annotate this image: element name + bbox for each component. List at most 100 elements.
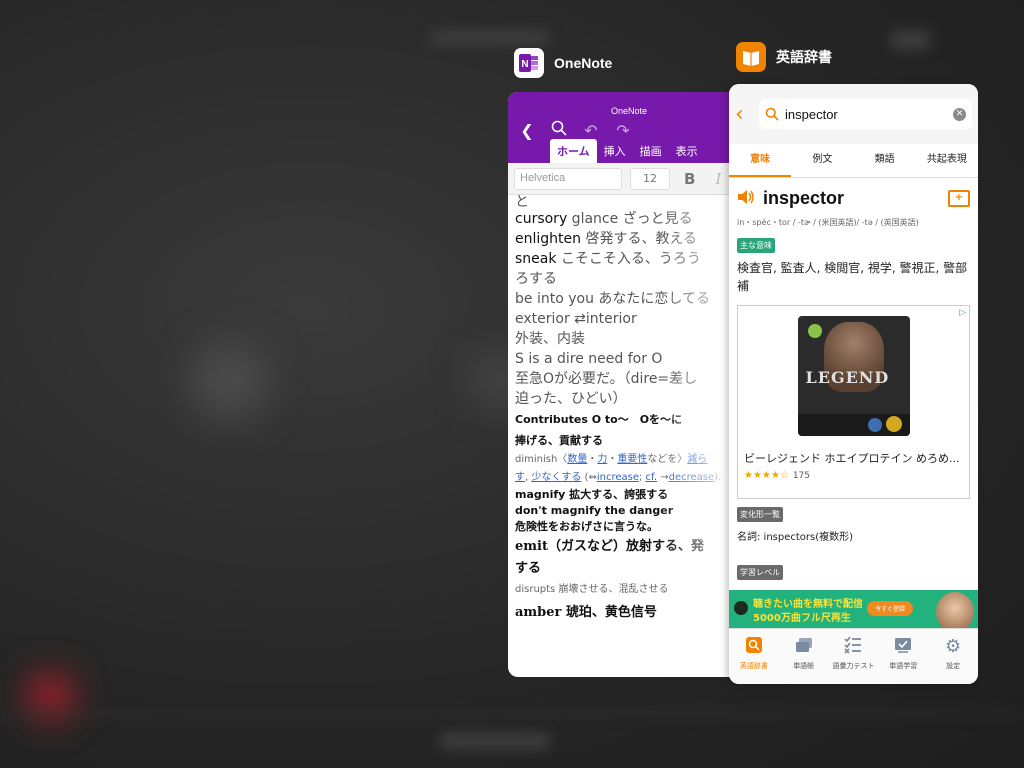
undo-icon[interactable]: ↶ (582, 121, 600, 140)
bottom-nav: 英語辞書 単語帳 語彙力テスト 単語学習 ⚙ 設定 (729, 628, 978, 684)
app-label-onenote[interactable]: N OneNote (514, 48, 612, 78)
pronunciation: in・spéc・tor / -tɚ / (米国英語)/ -tə / (英国英語) (737, 218, 919, 227)
note-line: exterior ⇄interior (515, 311, 637, 327)
search-value: inspector (785, 106, 838, 122)
banner-line2: 5000万曲フル尺再生 (753, 613, 851, 624)
bg-line (0, 712, 1024, 715)
onenote-title: OneNote (611, 106, 648, 116)
ad-image-seal (807, 324, 822, 338)
inflection-text: 名詞: inspectors(複数形) (737, 532, 854, 543)
rating-count: 175 (792, 471, 811, 481)
note-line: 至急Oが必要だ。（dire=差し (515, 371, 698, 387)
bg-record-dot (30, 675, 72, 717)
star-rating-icons: ★★★★☆ (744, 470, 789, 481)
app-name: OneNote (554, 55, 613, 71)
note-line: 捧げる、貢献する (515, 434, 603, 447)
note-line: emit（ガスなど）放射する、発 (515, 539, 704, 554)
note-line: amber 琥珀、黄色信号 (515, 605, 657, 620)
note-line: Contributes O to〜 Oを〜に (515, 413, 683, 426)
onenote-window[interactable]: OneNote ❮ ↶ ↷ ホーム 挿入 描画 表示 Helvetica 12 … (508, 92, 748, 677)
clear-icon[interactable]: ✕ (953, 107, 966, 121)
note-line: enlighten 啓発する、教える (515, 231, 698, 247)
banner-signup-button[interactable]: 今すぐ登録 (867, 601, 914, 616)
note-line: と (515, 194, 529, 210)
tab-collocations[interactable]: 共起表現 (916, 144, 978, 177)
checklist-icon (829, 635, 879, 659)
nav-wordbook[interactable]: 単語帳 (779, 629, 829, 684)
search-bar: ‹ inspector ✕ (729, 84, 978, 144)
music-ad-banner[interactable]: 聴きたい曲を無料で配信 5000万曲フル尺再生 今すぐ登録 (729, 590, 978, 628)
speaker-icon[interactable] (737, 189, 763, 208)
study-icon (878, 635, 928, 659)
inflection-badge: 変化形一覧 (737, 507, 783, 522)
nav-vocab-test[interactable]: 語彙力テスト (829, 629, 879, 684)
note-body[interactable]: と cursory glance ざっと見る enlighten 啓発する、教え… (508, 195, 748, 625)
app-label-dictionary[interactable]: 英語辞書 (736, 42, 832, 72)
level-badge: 学習レベル (737, 565, 783, 580)
note-line: magnify 拡大する、誇張する (515, 488, 669, 501)
search-input[interactable]: inspector ✕ (759, 99, 972, 129)
tab-meaning[interactable]: 意味 (729, 144, 792, 177)
banner-line1: 聴きたい曲を無料で配信 (753, 599, 863, 610)
nav-settings[interactable]: ⚙ 設定 (928, 629, 978, 684)
ad-choices-icon[interactable]: ▷ (959, 308, 966, 318)
nav-label: 単語帳 (793, 662, 815, 670)
ad-product-image: LEGEND (797, 316, 910, 436)
ad-image-seal (885, 416, 902, 432)
note-line: be into you あなたに恋してる (515, 291, 710, 307)
note-line: don't magnify the danger (515, 504, 674, 517)
onenote-toolbar: ❮ ↶ ↷ (518, 120, 632, 140)
nav-dictionary[interactable]: 英語辞書 (729, 629, 779, 684)
note-line: 外装、内装 (515, 331, 585, 347)
headword-row: inspector + (737, 188, 970, 209)
app-name: 英語辞書 (776, 49, 832, 65)
tab-synonyms[interactable]: 類語 (854, 144, 916, 177)
ad-rating: ★★★★☆ 175 (744, 470, 963, 481)
banner-photo (936, 592, 974, 628)
tab-home[interactable]: ホーム (550, 139, 597, 163)
italic-button[interactable]: I (715, 170, 721, 188)
svg-text:N: N (521, 59, 528, 70)
music-app-icon (734, 601, 748, 615)
onenote-tabs: ホーム 挿入 描画 表示 (550, 139, 705, 163)
dictionary-content: inspector + in・spéc・tor / -tɚ / (米国英語)/ … (729, 178, 978, 584)
bg-bar (430, 30, 550, 46)
note-line: sneak こそこそ入る、うろう (515, 251, 701, 267)
font-size-select[interactable]: 12 (630, 167, 670, 190)
note-line: 迫った、ひどい） (515, 391, 627, 407)
ad-image-seal (867, 418, 882, 432)
ad-title: ビーレジェンド ホエイプロテイン めろめ... (744, 452, 960, 465)
tab-insert[interactable]: 挿入 (597, 139, 633, 163)
gear-icon: ⚙ (945, 636, 962, 657)
note-line: す, 少なくする (⇔increase; cf. →decrease). (515, 472, 722, 483)
note-line: 危険性をおおげさに言うな。 (515, 520, 658, 533)
back-icon[interactable]: ❮ (518, 121, 536, 140)
nav-label: 語彙力テスト (832, 662, 875, 670)
main-meaning: 検査官, 監査人, 検閲官, 視学, 警視正, 警部補 (737, 261, 968, 293)
redo-icon[interactable]: ↷ (614, 121, 632, 140)
back-icon[interactable]: ‹ (735, 102, 753, 127)
search-icon[interactable] (550, 120, 568, 140)
tab-examples[interactable]: 例文 (791, 144, 853, 177)
search-icon (765, 107, 779, 121)
dictionary-icon (736, 42, 766, 72)
dictionary-search-icon (729, 635, 779, 659)
tab-draw[interactable]: 描画 (633, 139, 669, 163)
add-to-wordbook-icon[interactable]: + (948, 190, 970, 207)
note-line: cursory glance ざっと見る (515, 211, 693, 227)
bold-button[interactable]: B (684, 170, 695, 188)
onenote-icon: N (514, 48, 544, 78)
nav-label: 英語辞書 (739, 662, 768, 670)
note-line: する (515, 561, 542, 576)
note-line: diminish〈数量・力・重要性などを〉減ら (515, 454, 708, 465)
nav-study[interactable]: 単語学習 (878, 629, 928, 684)
main-meaning-badge: 主な意味 (737, 238, 775, 253)
bg-text-blur (250, 585, 510, 651)
tab-view[interactable]: 表示 (669, 139, 705, 163)
dictionary-window[interactable]: ‹ inspector ✕ 意味 例文 類語 共起表現 inspector + … (729, 84, 978, 684)
product-ad[interactable]: ▷ LEGEND ビーレジェンド ホエイプロテイン めろめ... ★★★★☆ 17… (737, 305, 970, 499)
headword: inspector (763, 188, 845, 208)
note-line: ろする (515, 271, 557, 287)
font-family-select[interactable]: Helvetica (514, 167, 622, 190)
dictionary-tabs: 意味 例文 類語 共起表現 (729, 144, 978, 178)
